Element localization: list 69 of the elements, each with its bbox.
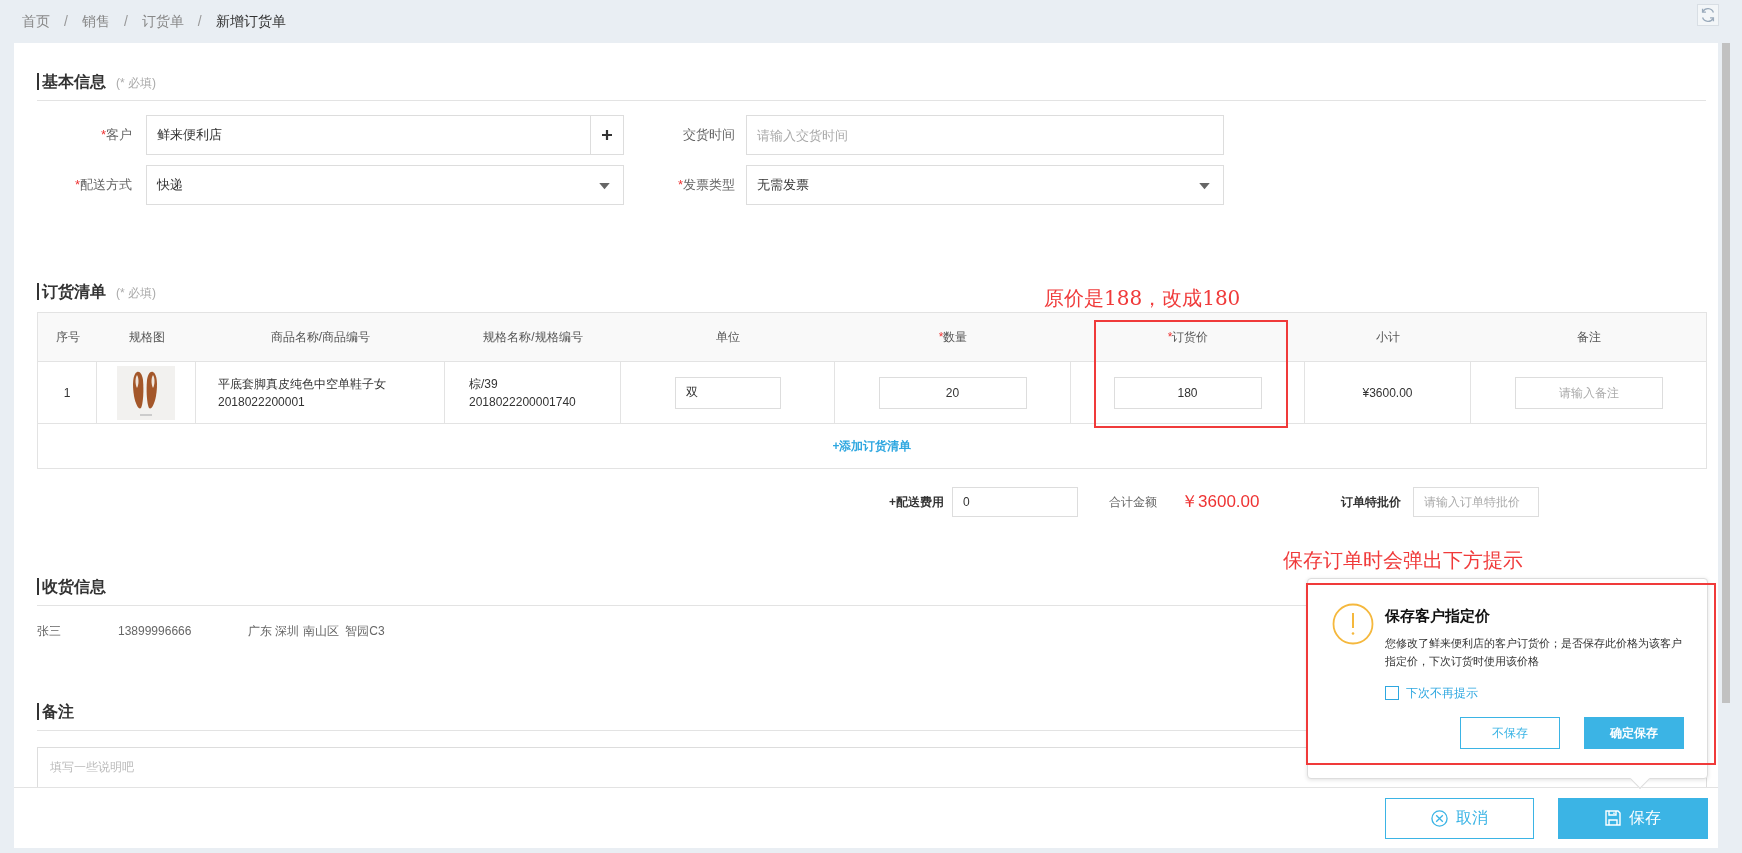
breadcrumb-item[interactable]: 首页: [22, 11, 50, 32]
scrollbar[interactable]: [1722, 43, 1730, 703]
warning-icon: [1332, 603, 1374, 645]
caret-icon: [1199, 183, 1210, 190]
table-cell-text: 1: [63, 384, 71, 402]
column-header: 单位: [715, 329, 741, 346]
annotation-text: 保存订单时会弹出下方提示: [1283, 547, 1523, 574]
input-field[interactable]: 20: [878, 376, 1027, 409]
cancel-button[interactable]: 取消: [1385, 797, 1534, 839]
section-title: 备注: [37, 703, 74, 720]
phone-number: 13899996666: [118, 623, 193, 640]
save-icon: [1605, 810, 1621, 826]
column-header: 备注: [1575, 329, 1602, 346]
table-cell-text: ¥3600.00: [1362, 384, 1413, 402]
total-amount: ￥3600.00: [1181, 491, 1260, 514]
select-field[interactable]: 无需发票: [746, 165, 1224, 205]
save-button[interactable]: 保存: [1558, 797, 1708, 839]
field-label: +配送费用: [889, 494, 944, 511]
annotation-text: 原价是188，改成180: [1044, 285, 1241, 312]
section-title: 订货清单: [37, 283, 106, 300]
breadcrumb-item[interactable]: 销售: [81, 11, 110, 32]
address: 广东 深圳 南山区 智园C3: [248, 623, 385, 640]
plus-icon: [602, 130, 612, 140]
confirm-save-button[interactable]: 确定保存: [1584, 717, 1684, 749]
popup-title: 保存客户指定价: [1385, 606, 1491, 626]
column-header: 商品名称/商品编号: [269, 329, 372, 346]
section-title: 基本信息: [37, 73, 106, 90]
add-button[interactable]: [591, 115, 624, 155]
breadcrumb-separator: /: [64, 12, 68, 31]
column-header: 规格图: [127, 329, 166, 346]
caret-icon: [599, 183, 610, 190]
column-header: 规格名称/规格编号: [482, 329, 584, 346]
input-field[interactable]: 请输入交货时间: [746, 115, 1224, 155]
field-label: *配送方式: [73, 176, 132, 195]
checkbox[interactable]: [1385, 685, 1399, 700]
spec-name: 棕/39: [469, 375, 499, 392]
input-field[interactable]: 0: [952, 487, 1078, 517]
section-title: 收货信息: [37, 578, 106, 595]
breadcrumb-separator: /: [197, 12, 202, 31]
recipient-name: 张三: [37, 623, 62, 640]
input-field[interactable]: 请输入订单特批价: [1413, 487, 1540, 517]
column-header: *数量: [937, 329, 969, 346]
popup-message: 您修改了鲜来便利店的客户订货价；是否保存此价格为该客户指定价，下次订货时使用该价格: [1385, 635, 1683, 669]
input-field[interactable]: 请输入备注: [1514, 376, 1663, 409]
breadcrumb-item[interactable]: 订货单: [141, 11, 184, 32]
product-name: 平底套脚真皮纯色中空单鞋子女: [218, 375, 386, 392]
dont-save-button[interactable]: 不保存: [1460, 717, 1560, 749]
required-note: (* 必填): [116, 286, 156, 300]
total-label: 合计金额: [1109, 494, 1157, 511]
column-header: 序号: [54, 329, 81, 346]
breadcrumb-item: 新增订货单: [215, 12, 286, 31]
column-header: 小计: [1375, 329, 1401, 346]
required-note: (* 必填): [116, 76, 156, 90]
close-icon: [1431, 809, 1448, 827]
field-label: 订单特批价: [1341, 494, 1402, 511]
field-label: *发票类型: [676, 176, 735, 195]
field-label: *客户: [99, 126, 132, 145]
input-field[interactable]: 双: [674, 376, 781, 409]
column-header: *订货价: [1166, 329, 1210, 346]
input-field[interactable]: 鲜来便利店: [146, 115, 591, 155]
spec-code: 2018022200001740: [469, 393, 576, 410]
input-field[interactable]: 180: [1113, 376, 1262, 409]
checkbox-label[interactable]: 下次不再提示: [1385, 683, 1685, 702]
field-label: 交货时间: [682, 126, 735, 145]
add-item-link[interactable]: +添加订货清单: [832, 437, 912, 455]
product-code: 2018022200001: [218, 393, 306, 410]
select-field[interactable]: 快递: [146, 165, 624, 205]
breadcrumb-separator: /: [123, 12, 128, 31]
refresh-icon[interactable]: [1697, 4, 1719, 26]
